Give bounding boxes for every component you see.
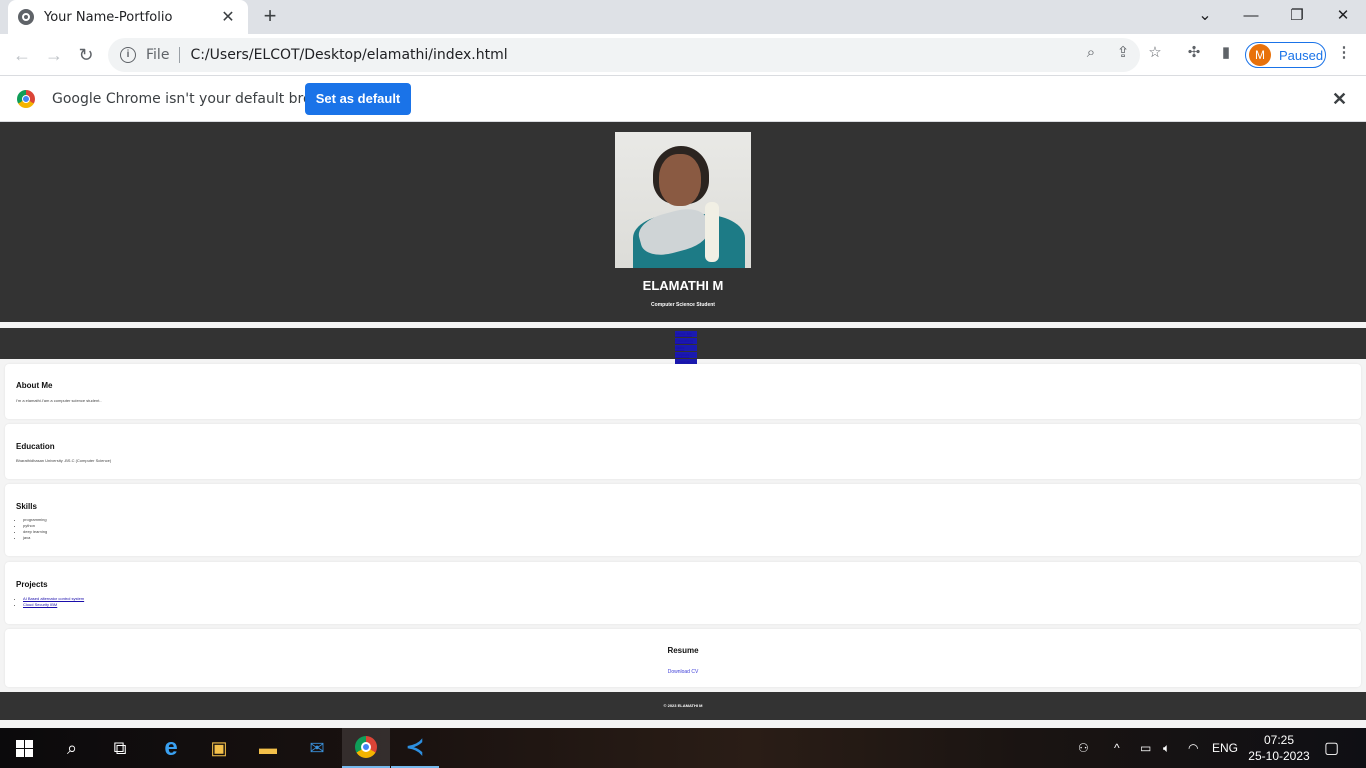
file-explorer-icon[interactable]: ▬ [244,728,292,768]
battery-icon[interactable]: ▭ [1140,728,1151,768]
clock-time: 07:25 [1263,733,1295,747]
extensions-icon[interactable]: ✣ [1184,43,1204,63]
hero-role: Computer Science Student [651,302,715,308]
projects-heading: Projects [16,580,48,589]
windows-taskbar: ⌕ ⧉ e ▣ ▬ ✉ ≺ ⚇ ^ ▭ 🔈︎ ◠ ENG 07:25 25-10… [0,728,1366,768]
infobar-message: Google Chrome isn't your default browser [52,91,345,107]
education-heading: Education [16,442,55,451]
default-browser-infobar: Google Chrome isn't your default browser… [0,77,1366,122]
site-info-icon[interactable]: i [120,47,136,63]
about-heading: About Me [16,381,53,390]
infobar-close-icon[interactable]: ✕ [1332,89,1347,110]
set-as-default-button[interactable]: Set as default [305,83,411,115]
list-item: java [23,535,47,541]
site-footer: © 2023 ELAMATHI M [0,692,1366,720]
profile-status: Paused [1279,47,1324,63]
list-item: Cloud Security IBM [23,602,84,608]
resume-section: Resume Download CV [5,629,1361,687]
forward-arrow-icon[interactable]: → [41,42,67,68]
edge-icon[interactable]: e [147,728,195,768]
skills-list: programming python deep learning java [23,517,47,541]
zoom-icon[interactable]: ⌕ [1081,43,1101,63]
back-arrow-icon[interactable]: ← [9,42,35,68]
chevron-up-icon[interactable]: ^ [1114,728,1120,768]
share-icon[interactable]: ⇪ [1113,43,1133,63]
education-text: Bharathidhasan University -BS.C (Compute… [16,458,112,463]
close-window-button[interactable]: ✕ [1320,0,1366,30]
language-indicator[interactable]: ENG [1212,728,1238,768]
about-text: I'm a elamathi.I'am a computer science s… [16,398,102,403]
vscode-icon[interactable]: ≺ [391,728,439,768]
about-section: About Me I'm a elamathi.I'am a computer … [5,364,1361,419]
menu-dots-icon[interactable]: ⋮ [1334,43,1354,63]
address-divider [179,47,181,63]
volume-icon[interactable]: 🔈︎ [1163,728,1170,768]
download-cv-link[interactable]: Download CV [5,669,1361,675]
site-nav: About Me Education Skills Projects Resum… [0,328,1366,365]
address-url[interactable]: C:/Users/ELCOT/Desktop/elamathi/index.ht… [190,47,507,63]
education-section: Education Bharathidhasan University -BS.… [5,424,1361,479]
wifi-icon[interactable]: ◠ [1188,728,1198,768]
projects-list: AI Based alternator control system Cloud… [23,596,84,608]
hero-name: ELAMATHI M [642,278,724,293]
task-view-icon[interactable]: ⧉ [96,728,144,768]
projects-section: Projects AI Based alternator control sys… [5,562,1361,624]
tab-title: Your Name-Portfolio [44,9,173,25]
resume-heading: Resume [667,646,699,655]
globe-icon [18,9,34,25]
skills-section: Skills programming python deep learning … [5,484,1361,556]
web-page: ELAMATHI M Computer Science Student Abou… [0,122,1366,728]
restore-button[interactable]: ❐ [1274,0,1320,30]
hero-header: ELAMATHI M Computer Science Student [0,122,1366,322]
tab-close-icon[interactable]: ✕ [218,7,238,27]
tab-strip: Your Name-Portfolio ✕ + ⌄ — ❐ ✕ [0,0,1366,34]
avatar: M [1249,44,1271,66]
nav-link-projects[interactable]: Projects [675,352,697,358]
project-link[interactable]: Cloud Security IBM [23,602,57,607]
notifications-icon[interactable]: ▢ [1324,728,1339,768]
address-bar[interactable]: i File C:/Users/ELCOT/Desktop/elamathi/i… [108,38,1140,72]
skills-heading: Skills [16,502,37,511]
nav-link-education[interactable]: Education [675,338,697,344]
profile-button[interactable]: M Paused [1245,42,1326,68]
windows-icon [15,739,33,757]
browser-toolbar: ← → ↻ i File C:/Users/ELCOT/Desktop/elam… [0,34,1366,76]
clock-date: 25-10-2023 [1248,749,1310,763]
search-icon[interactable]: ⌕ [48,728,96,768]
project-link[interactable]: AI Based alternator control system [23,596,84,601]
tab-search-icon[interactable]: ⌄ [1182,0,1228,30]
minimize-button[interactable]: — [1228,0,1274,30]
new-tab-button[interactable]: + [258,4,282,28]
store-icon[interactable]: ▣ [195,728,243,768]
nav-link-about[interactable]: About Me [675,331,697,337]
bookmark-star-icon[interactable]: ☆ [1145,43,1165,63]
reload-icon[interactable]: ↻ [73,42,99,68]
clock[interactable]: 07:25 25-10-2023 [1246,732,1312,764]
chrome-taskbar-icon[interactable] [342,728,390,768]
people-icon[interactable]: ⚇ [1078,728,1089,768]
address-scheme: File [146,47,170,63]
start-button[interactable] [0,728,48,768]
profile-photo [615,132,751,268]
nav-link-skills[interactable]: Skills [675,345,697,351]
side-panel-icon[interactable]: ▮ [1216,43,1236,63]
mail-icon[interactable]: ✉ [293,728,341,768]
chrome-icon [17,90,35,108]
browser-tab[interactable]: Your Name-Portfolio ✕ [8,0,248,34]
